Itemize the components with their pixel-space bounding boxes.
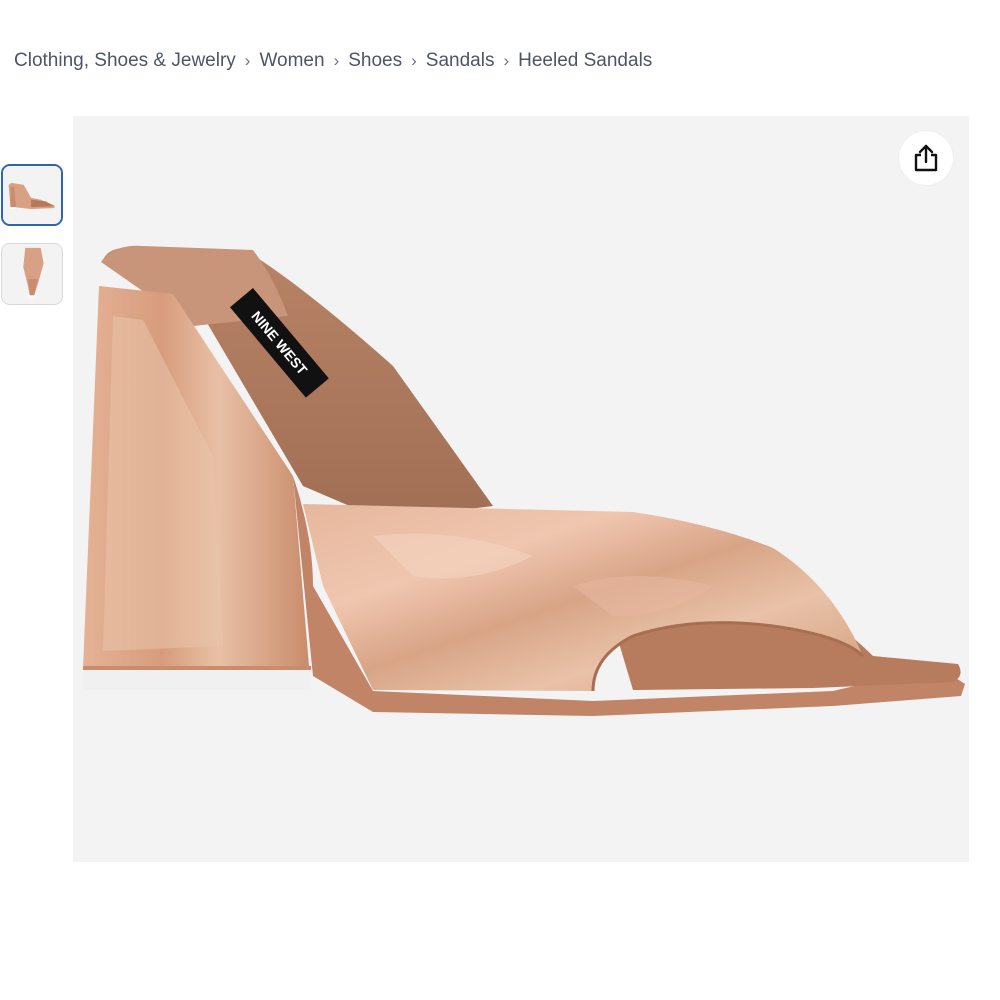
breadcrumb-sandals[interactable]: Sandals (426, 50, 495, 72)
thumbnail-shoe-top[interactable] (1, 243, 63, 305)
thumbnail-shoe-side[interactable] (1, 164, 63, 226)
breadcrumb: Clothing, Shoes & Jewelry › Women › Shoe… (14, 48, 652, 74)
breadcrumb-heeled-sandals[interactable]: Heeled Sandals (518, 50, 652, 72)
breadcrumb-separator: › (333, 51, 340, 70)
breadcrumb-women[interactable]: Women (259, 50, 324, 72)
heeled-sandal-image-icon: NINE WEST (83, 245, 965, 716)
breadcrumb-separator: › (411, 51, 417, 70)
shoe-side-thumbnail-icon (3, 166, 61, 224)
share-icon (914, 144, 938, 172)
share-button[interactable] (899, 131, 953, 185)
breadcrumb-clothing-shoes-jewelry[interactable]: Clothing, Shoes & Jewelry (14, 50, 236, 72)
main-product-image[interactable]: NINE WEST (73, 116, 969, 862)
breadcrumb-separator: › (503, 51, 510, 70)
breadcrumb-shoes[interactable]: Shoes (348, 50, 402, 72)
shoe-top-thumbnail-icon (2, 244, 62, 304)
breadcrumb-separator: › (244, 51, 251, 70)
